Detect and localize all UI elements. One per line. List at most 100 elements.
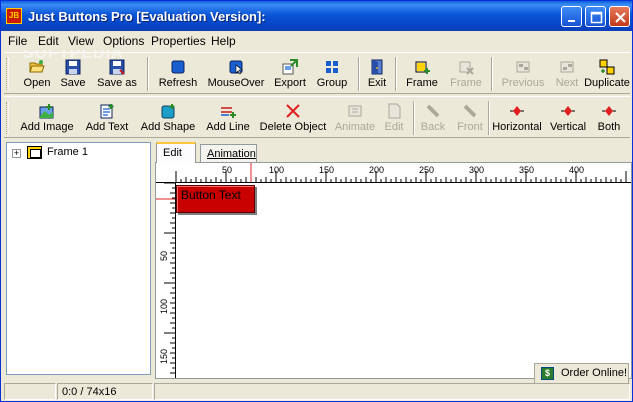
animate-button[interactable]: Animate — [332, 99, 378, 137]
back-label: Back — [420, 121, 446, 133]
menu-bar: File Edit View Options Properties Help — [1, 31, 632, 50]
frame-icon — [27, 146, 42, 159]
exit-door-icon — [371, 59, 383, 75]
next-label: Next — [555, 77, 579, 89]
add-image-icon — [39, 104, 54, 119]
maximize-button[interactable] — [585, 6, 606, 27]
group-button[interactable]: Group — [313, 55, 351, 93]
toolbar-separator — [358, 57, 360, 91]
delete-frame-label: Frame — [450, 77, 482, 89]
order-online-label: Order Online! — [561, 367, 628, 379]
back-icon — [426, 104, 440, 118]
minimize-button[interactable] — [561, 6, 582, 27]
frame-tree[interactable]: + Frame 1 — [6, 142, 151, 375]
floppy-as-icon — [109, 59, 125, 75]
menu-properties[interactable]: Properties — [151, 34, 206, 48]
previous-button[interactable]: Previous — [497, 55, 549, 93]
ruler-label: 100 — [269, 165, 285, 175]
edit-icon — [388, 103, 401, 119]
edit-button[interactable]: Edit — [380, 99, 408, 137]
duplicate-label: Duplicate — [584, 77, 630, 89]
refresh-label: Refresh — [158, 77, 198, 89]
horizontal-align-icon — [510, 106, 524, 116]
vertical-label: Vertical — [549, 121, 587, 133]
delete-frame-button[interactable]: Frame — [446, 55, 486, 93]
exit-label: Exit — [367, 77, 387, 89]
refresh-button[interactable]: Refresh — [154, 55, 202, 93]
toolbar-separator — [491, 57, 493, 91]
previous-label: Previous — [501, 77, 545, 89]
save-button[interactable]: Save — [57, 55, 89, 93]
horizontal-label: Horizontal — [492, 121, 542, 133]
ruler-label: 350 — [519, 165, 535, 175]
front-button[interactable]: Front — [454, 99, 486, 137]
tab-animation-label: Animation — [207, 148, 256, 160]
ruler-label: 200 — [369, 165, 385, 175]
add-shape-button[interactable]: Add Shape — [137, 99, 199, 137]
ruler-label: 50 — [222, 165, 233, 175]
open-button[interactable]: Open — [18, 55, 56, 93]
toolbar-grip[interactable] — [6, 58, 9, 90]
both-button[interactable]: Both — [594, 99, 624, 137]
both-label: Both — [597, 121, 621, 133]
add-text-button[interactable]: Add Text — [81, 99, 133, 137]
save-label: Save — [60, 77, 86, 89]
both-align-icon — [602, 106, 616, 116]
add-line-label: Add Line — [206, 121, 250, 133]
status-cell-empty — [4, 383, 56, 400]
tab-edit-label: Edit — [163, 147, 182, 159]
edit-canvas[interactable]: 50 100 150 200 250 300 350 400 50 100 15… — [155, 162, 632, 379]
duplicate-icon — [599, 59, 615, 75]
previous-icon — [516, 61, 530, 73]
add-frame-icon — [415, 61, 430, 74]
save-as-label: Save as — [97, 77, 137, 89]
button-preview[interactable]: Button Text — [176, 185, 255, 213]
add-image-button[interactable]: Add Image — [18, 99, 76, 137]
add-shape-icon — [161, 104, 175, 119]
save-as-button[interactable]: Save as — [92, 55, 142, 93]
open-folder-icon — [29, 60, 45, 73]
delete-object-button[interactable]: Delete Object — [257, 99, 329, 137]
exit-button[interactable]: Exit — [364, 55, 390, 93]
delete-x-icon — [286, 104, 300, 118]
export-button[interactable]: Export — [270, 55, 310, 93]
duplicate-button[interactable]: Duplicate — [583, 55, 631, 93]
close-button[interactable] — [609, 6, 630, 27]
ruler-label: 250 — [419, 165, 435, 175]
mouseover-label: MouseOver — [207, 77, 265, 89]
next-icon — [560, 61, 574, 73]
front-label: Front — [457, 121, 483, 133]
toolbar-separator — [395, 57, 397, 91]
menu-edit[interactable]: Edit — [38, 34, 59, 48]
mouseover-button[interactable]: MouseOver — [206, 55, 266, 93]
horizontal-button[interactable]: Horizontal — [489, 99, 545, 137]
toolbar-separator — [147, 57, 149, 91]
ruler-label: 150 — [319, 165, 335, 175]
add-text-label: Add Text — [85, 121, 129, 133]
menu-options[interactable]: Options — [103, 34, 144, 48]
back-button[interactable]: Back — [418, 99, 448, 137]
vertical-align-icon — [561, 106, 575, 116]
tree-item-frame-1[interactable]: Frame 1 — [47, 146, 88, 158]
vertical-button[interactable]: Vertical — [548, 99, 588, 137]
menu-help[interactable]: Help — [211, 34, 236, 48]
add-frame-button[interactable]: Frame — [402, 55, 442, 93]
next-button[interactable]: Next — [551, 55, 583, 93]
window-title: Just Buttons Pro [Evaluation Version]: — [28, 9, 266, 24]
add-image-label: Add Image — [20, 121, 74, 133]
ruler-label: 50 — [159, 250, 169, 261]
open-label: Open — [23, 77, 51, 89]
menu-view[interactable]: View — [68, 34, 94, 48]
export-icon — [282, 59, 298, 75]
front-icon — [463, 104, 477, 118]
animate-icon — [348, 105, 362, 117]
menu-file[interactable]: File — [8, 34, 27, 48]
add-line-button[interactable]: Add Line — [203, 99, 253, 137]
toolbar-grip[interactable] — [6, 102, 9, 134]
title-bar[interactable]: JB Just Buttons Pro [Evaluation Version]… — [1, 1, 632, 31]
tab-animation[interactable]: Animation — [200, 144, 257, 164]
app-logo-icon: JB — [6, 8, 22, 24]
tree-expand-icon[interactable]: + — [12, 149, 21, 158]
tab-edit[interactable]: Edit — [156, 142, 196, 163]
horizontal-ruler: 50 100 150 200 250 300 350 400 — [156, 163, 631, 183]
